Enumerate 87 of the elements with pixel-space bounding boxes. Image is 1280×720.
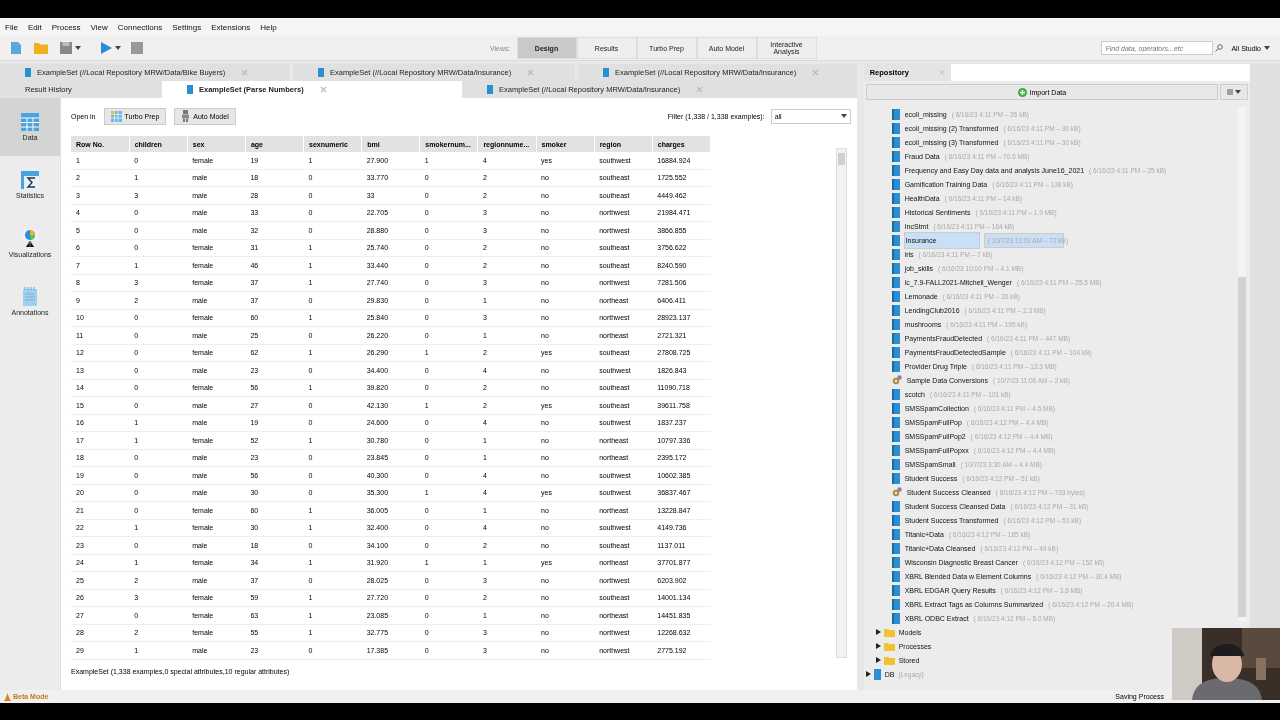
menu-item[interactable]: Extensions [211,22,251,32]
data-file-icon [891,458,900,470]
data-file-icon [891,598,900,610]
close-icon[interactable] [527,69,535,76]
data-file-icon [891,108,900,120]
scrollbar[interactable] [835,148,847,658]
caret-icon [75,46,81,50]
folder-icon [883,655,895,665]
data-file-icon [891,332,900,344]
data-file-icon [603,68,609,77]
menu-icon [1227,89,1234,95]
data-file-icon [891,416,900,428]
data-file-icon [891,444,900,456]
data-file-icon [891,388,900,400]
folder-icon [33,41,49,55]
expand-arrow-icon[interactable] [865,671,871,677]
data-file-icon [891,164,900,176]
scrollbar[interactable] [1238,107,1247,622]
data-file-icon [891,150,900,162]
stop-icon [131,42,143,54]
gears-icon [891,487,902,497]
note-icon [22,286,38,306]
data-file-icon [891,262,900,274]
data-file-icon [891,556,900,568]
sigma-table-icon [21,171,39,189]
data-file-icon [891,430,900,442]
data-file-icon [891,234,900,246]
plus-icon [1017,87,1027,97]
folder-icon [883,627,895,637]
caret-icon [115,46,121,50]
data-file-icon [187,85,193,94]
document-icon [9,41,23,55]
menu-item[interactable]: Process [51,22,81,32]
stop-button[interactable] [128,40,146,56]
data-file-icon [891,122,900,134]
data-file-icon [25,68,31,77]
close-icon[interactable] [319,86,327,93]
data-file-icon [891,136,900,148]
robot-icon [181,110,191,122]
data-file-icon [891,290,900,302]
data-file-icon [891,248,900,260]
data-file-icon [891,346,900,358]
expand-arrow-icon[interactable] [875,657,881,663]
close-icon[interactable] [241,69,249,76]
data-file-icon [891,584,900,596]
data-file-icon [891,220,900,232]
data-file-icon [891,500,900,512]
menu-item[interactable]: Edit [27,22,42,32]
data-file-icon [891,472,900,484]
data-file-icon [891,360,900,372]
caret-icon [1264,46,1270,50]
menu-item[interactable]: Settings [172,22,202,32]
data-file-icon [891,542,900,554]
expand-arrow-icon[interactable] [875,629,881,635]
menu-item[interactable]: Help [260,22,277,32]
caret-icon [1235,90,1242,94]
grid-icon [110,110,122,122]
data-file-icon [891,514,900,526]
caret-icon [840,114,847,118]
data-file-icon [891,570,900,582]
close-icon[interactable] [938,69,945,76]
search-icon [1215,44,1224,52]
close-icon[interactable] [696,86,704,93]
data-file-icon [891,318,900,330]
data-file-icon [891,178,900,190]
data-file-icon [891,528,900,540]
table-icon [21,113,39,131]
data-file-icon [891,192,900,204]
menu-button[interactable] [1220,84,1249,100]
pie-chart-easel-icon [20,228,40,248]
menu-item[interactable]: Connections [117,22,163,32]
cone-icon [4,692,11,701]
menu-item[interactable]: File [5,22,18,32]
data-file-icon [487,85,493,94]
folder-icon [883,641,895,651]
menu-item[interactable]: View [90,22,108,32]
data-file-icon [891,304,900,316]
gears-icon [891,375,902,385]
play-icon [99,41,113,55]
data-file-icon [891,402,900,414]
data-file-icon [891,276,900,288]
expand-arrow-icon[interactable] [875,643,881,649]
data-file-icon [891,206,900,218]
data-file-icon [873,668,881,680]
data-file-icon [891,612,900,624]
close-icon[interactable] [812,69,820,76]
data-file-icon [318,68,324,77]
